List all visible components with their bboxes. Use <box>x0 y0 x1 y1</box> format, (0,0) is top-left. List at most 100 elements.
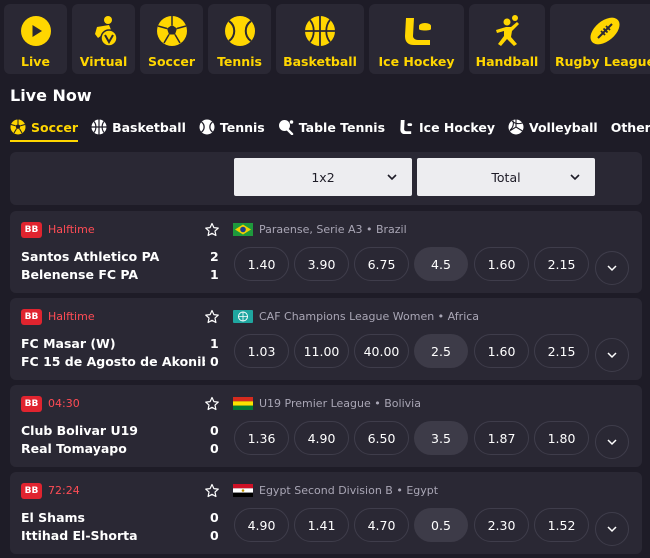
chevron-down-icon <box>570 174 580 181</box>
sport-label: Virtual <box>79 54 128 69</box>
play-icon <box>18 13 54 49</box>
sport-label: Soccer <box>147 54 196 69</box>
away-score: 1 <box>210 267 219 282</box>
filter-tab-tennis[interactable]: Tennis <box>199 116 265 138</box>
odds-away-button[interactable]: 40.00 <box>354 334 409 368</box>
chevron-down-icon <box>607 526 617 533</box>
bolivia-flag-icon <box>233 397 253 410</box>
odds-away-button[interactable]: 4.70 <box>354 508 409 542</box>
star-icon[interactable] <box>204 309 220 325</box>
match-card[interactable]: BB 72:24 Egypt Second Division B • Egypt… <box>10 472 642 554</box>
market-select-total[interactable]: Total <box>417 158 595 196</box>
filter-label: Basketball <box>112 119 186 135</box>
match-status: Halftime <box>48 223 95 236</box>
sport-tile-soccer[interactable]: Soccer <box>140 4 203 74</box>
basketball-icon <box>302 13 338 49</box>
filter-tab-volleyball[interactable]: Volleyball <box>508 116 598 138</box>
odds-over-button[interactable]: 1.87 <box>474 421 529 455</box>
expand-markets-button[interactable] <box>595 425 629 459</box>
handball-player-icon <box>489 13 525 49</box>
sport-tile-rugby-league[interactable]: Rugby League <box>550 4 650 74</box>
league-name: CAF Champions League Women • Africa <box>259 310 480 323</box>
star-icon[interactable] <box>204 396 220 412</box>
market-select-1x2[interactable]: 1x2 <box>234 158 412 196</box>
live-stream-badge: BB <box>21 222 42 238</box>
away-team: Real Tomayapo <box>21 441 127 456</box>
filter-tab-table-tennis[interactable]: Table Tennis <box>278 116 385 138</box>
home-score: 0 <box>210 510 219 525</box>
brazil-flag-icon <box>233 223 253 236</box>
live-stream-badge: BB <box>21 396 42 412</box>
odds-away-button[interactable]: 6.75 <box>354 247 409 281</box>
market-select-value: Total <box>491 169 521 185</box>
filter-label: Soccer <box>31 119 79 135</box>
odds-draw-button[interactable]: 4.90 <box>294 421 349 455</box>
hockey-stick-icon <box>398 119 414 135</box>
odds-under-button[interactable]: 1.52 <box>534 508 589 542</box>
star-icon[interactable] <box>204 483 220 499</box>
chevron-down-icon <box>387 174 397 181</box>
odds-home-button[interactable]: 1.40 <box>234 247 289 281</box>
globe-flag-icon <box>233 310 253 323</box>
odds-under-button[interactable]: 2.15 <box>534 247 589 281</box>
odds-away-button[interactable]: 6.50 <box>354 421 409 455</box>
odds-over-button[interactable]: 1.60 <box>474 334 529 368</box>
virtual-football-icon <box>86 13 122 49</box>
home-team: FC Masar (W) <box>21 336 116 351</box>
sport-tile-ice-hockey[interactable]: Ice Hockey <box>369 4 464 74</box>
odds-home-button[interactable]: 1.03 <box>234 334 289 368</box>
chevron-down-icon <box>607 265 617 272</box>
expand-markets-button[interactable] <box>595 512 629 546</box>
sport-label: Live <box>21 54 50 69</box>
soccer-ball-icon <box>10 119 26 135</box>
filter-label: Table Tennis <box>298 119 386 135</box>
match-card[interactable]: BB Halftime CAF Champions League Women •… <box>10 298 642 380</box>
sport-tile-virtual[interactable]: Virtual <box>72 4 135 74</box>
odds-draw-button[interactable]: 11.00 <box>294 334 349 368</box>
sport-tile-live[interactable]: Live <box>4 4 67 74</box>
odds-under-button[interactable]: 1.80 <box>534 421 589 455</box>
away-team: Belenense FC PA <box>21 267 139 282</box>
home-team: El Shams <box>21 510 85 525</box>
odds-over-button[interactable]: 1.60 <box>474 247 529 281</box>
filter-tab-others[interactable]: Others <box>611 116 650 138</box>
chevron-down-icon <box>607 439 617 446</box>
expand-markets-button[interactable] <box>595 251 629 285</box>
star-icon[interactable] <box>204 222 220 238</box>
filter-tab-ice-hockey[interactable]: Ice Hockey <box>398 116 495 138</box>
basketball-icon <box>91 119 107 135</box>
home-team: Club Bolivar U19 <box>21 423 138 438</box>
filter-tab-basketball[interactable]: Basketball <box>91 116 186 138</box>
odds-draw-button[interactable]: 1.41 <box>294 508 349 542</box>
home-team: Santos Athletico PA <box>21 249 160 264</box>
volleyball-icon <box>508 119 524 135</box>
league-name: Egypt Second Division B • Egypt <box>259 484 439 497</box>
sport-label: Tennis <box>217 54 262 69</box>
odds-over-button[interactable]: 2.30 <box>474 508 529 542</box>
total-line: 2.5 <box>414 334 468 368</box>
filter-label: Others <box>610 119 650 135</box>
soccer-ball-icon <box>154 13 190 49</box>
sport-tile-basketball[interactable]: Basketball <box>276 4 364 74</box>
tennis-ball-icon <box>199 119 215 135</box>
tennis-ball-icon <box>222 13 258 49</box>
sport-label: Rugby League <box>554 54 650 69</box>
sport-tile-tennis[interactable]: Tennis <box>208 4 271 74</box>
away-team: FC 15 de Agosto de Akonibe (W) <box>21 354 205 369</box>
league-name: Paraense, Serie A3 • Brazil <box>259 223 407 236</box>
match-card[interactable]: BB Halftime Paraense, Serie A3 • Brazil … <box>10 211 642 293</box>
odds-under-button[interactable]: 2.15 <box>534 334 589 368</box>
match-card[interactable]: BB 04:30 U19 Premier League • Bolivia Cl… <box>10 385 642 467</box>
match-status: Halftime <box>48 310 95 323</box>
filter-label: Ice Hockey <box>419 119 495 135</box>
odds-home-button[interactable]: 1.36 <box>234 421 289 455</box>
sport-tile-handball[interactable]: Handball <box>469 4 545 74</box>
filter-tab-soccer[interactable]: Soccer <box>10 116 79 142</box>
away-score: 0 <box>210 441 219 456</box>
odds-home-button[interactable]: 4.90 <box>234 508 289 542</box>
total-line: 4.5 <box>414 247 468 281</box>
expand-markets-button[interactable] <box>595 338 629 372</box>
live-stream-badge: BB <box>21 309 42 325</box>
odds-draw-button[interactable]: 3.90 <box>294 247 349 281</box>
total-line: 0.5 <box>414 508 468 542</box>
